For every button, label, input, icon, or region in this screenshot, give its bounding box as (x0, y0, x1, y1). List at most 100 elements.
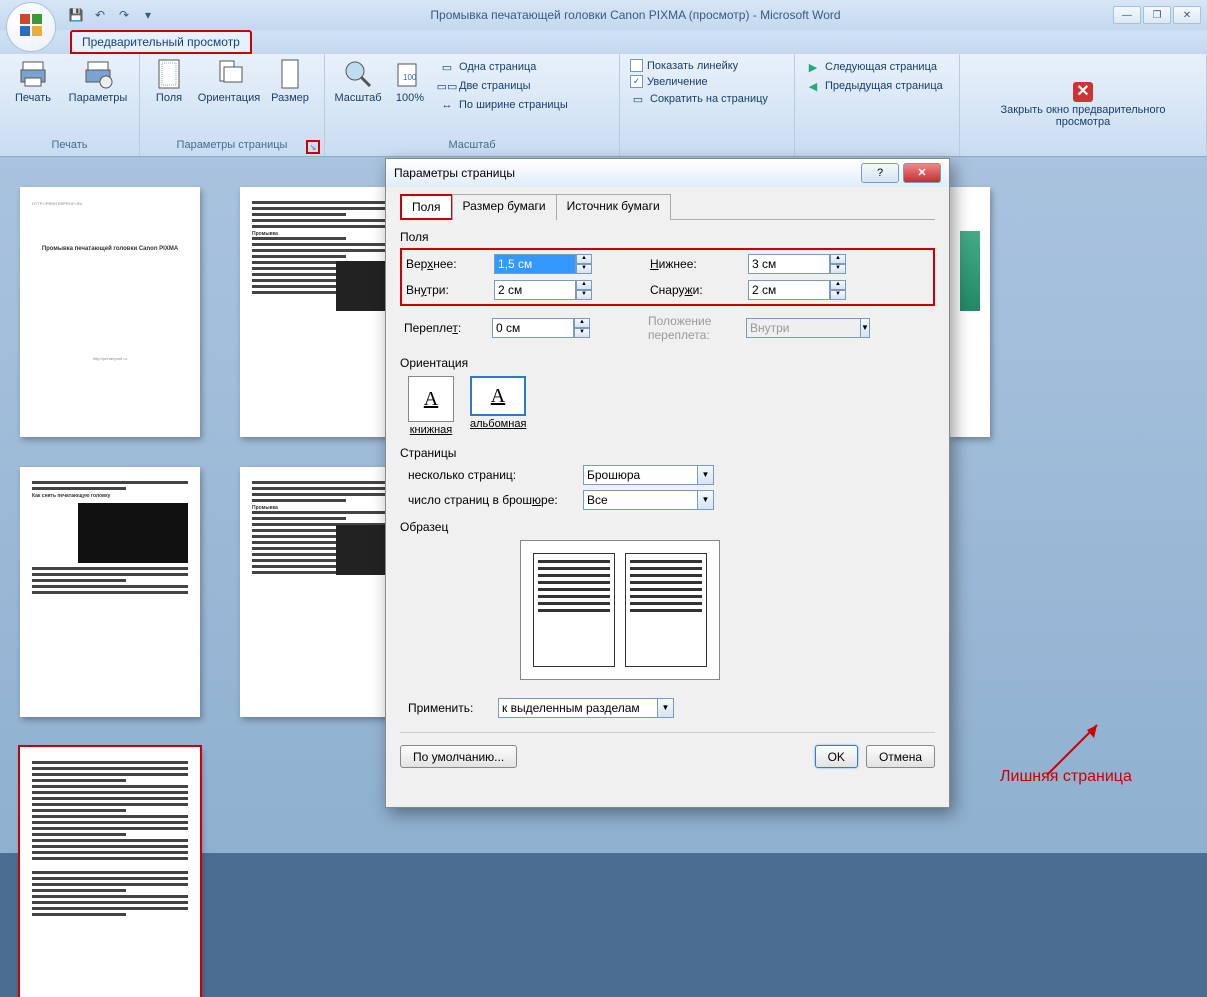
dialog-tabs: Поля Размер бумаги Источник бумаги (400, 193, 935, 220)
ok-button[interactable]: OK (815, 745, 858, 768)
ribbon: Печать Параметры Печать Поля Ориентация … (0, 54, 1207, 157)
svg-text:100: 100 (403, 73, 417, 82)
size-button[interactable]: Размер (264, 56, 316, 106)
page-thumbnail[interactable]: Как снять печатающую головку (20, 467, 200, 717)
one-page-button[interactable]: ▭Одна страница (437, 58, 599, 76)
zoom-button[interactable]: Масштаб (329, 56, 387, 106)
section-pages-label: Страницы (400, 446, 935, 460)
section-margins-label: Поля (400, 230, 935, 244)
page-width-button[interactable]: ↔По ширине страницы (437, 96, 599, 114)
qat-redo-icon[interactable]: ↷ (114, 5, 134, 25)
pages-icon: ▭▭ (439, 78, 455, 94)
dialog-title: Параметры страницы (394, 166, 857, 180)
dialog-title-bar[interactable]: Параметры страницы ? ✕ (386, 159, 949, 187)
tab-paper-size[interactable]: Размер бумаги (452, 194, 557, 220)
print-options-button[interactable]: Параметры (62, 56, 134, 106)
dialog-help-button[interactable]: ? (861, 163, 899, 183)
tab-print-preview[interactable]: Предварительный просмотр (70, 30, 252, 54)
checkbox-checked-icon: ✓ (630, 75, 643, 88)
apply-to-label: Применить: (408, 701, 488, 715)
two-pages-button[interactable]: ▭▭Две страницы (437, 77, 599, 95)
sheets-per-booklet-select[interactable]: ▼ (583, 490, 714, 510)
office-button[interactable] (6, 2, 56, 52)
group-page-setup-label: Параметры страницы ↘ (144, 138, 320, 154)
margin-preview (520, 540, 720, 680)
page-thumbnail[interactable] (950, 187, 990, 437)
gutter-input[interactable]: ▲▼ (492, 318, 602, 338)
orientation-label: Ориентация (198, 92, 260, 104)
orientation-landscape[interactable]: A альбомная (470, 376, 526, 436)
section-orientation-label: Ориентация (400, 356, 935, 370)
prev-page-icon: ◀ (805, 78, 821, 94)
qat-undo-icon[interactable]: ↶ (90, 5, 110, 25)
zoom-100-button[interactable]: 100 100% (387, 56, 433, 106)
ribbon-tab-strip: Предварительный просмотр (0, 30, 1207, 54)
sheets-per-booklet-label: число страниц в брошюре: (408, 493, 573, 507)
qat-customize-icon[interactable]: ▾ (138, 5, 158, 25)
orientation-portrait[interactable]: A книжная (408, 376, 454, 436)
multi-pages-label: несколько страниц: (408, 468, 573, 482)
close-preview-label: Закрыть окно предварительного просмотра (995, 104, 1171, 128)
multi-pages-select[interactable]: ▼ (583, 465, 714, 485)
close-preview-button[interactable]: ✕ Закрыть окно предварительного просмотр… (993, 80, 1173, 130)
gutter-label: Переплет: (404, 321, 484, 335)
page-icon: ▭ (439, 59, 455, 75)
chevron-down-icon[interactable]: ▼ (698, 490, 714, 510)
magnifier-checkbox[interactable]: ✓Увеличение (628, 74, 770, 89)
window-close-button[interactable]: ✕ (1173, 6, 1201, 24)
page-width-icon: ↔ (439, 97, 455, 113)
orientation-button[interactable]: Ориентация (194, 56, 264, 106)
inside-margin-input[interactable]: ▲▼ (494, 280, 604, 300)
chevron-down-icon[interactable]: ▼ (698, 465, 714, 485)
cancel-button[interactable]: Отмена (866, 745, 935, 768)
window-title: Промывка печатающей головки Canon PIXMA … (158, 8, 1113, 22)
margins-inputs: Верхнее: ▲▼ Нижнее: ▲▼ Внутри: ▲▼ Снаруж… (400, 248, 935, 306)
chevron-down-icon[interactable]: ▼ (658, 698, 674, 718)
annotation-extra-page: Лишняя страница (1000, 768, 1132, 786)
qat-save-icon[interactable]: 💾 (66, 5, 86, 25)
window-controls: — ❐ ✕ (1113, 6, 1201, 24)
page-setup-dialog: Параметры страницы ? ✕ Поля Размер бумаг… (385, 158, 950, 808)
group-print-label: Печать (4, 138, 135, 154)
bottom-margin-label: Нижнее: (650, 257, 740, 271)
prev-page-button[interactable]: ◀Предыдущая страница (803, 77, 945, 95)
outside-margin-label: Снаружи: (650, 283, 740, 297)
checkbox-icon (630, 59, 643, 72)
print-options-label: Параметры (69, 92, 128, 104)
group-zoom-label: Масштаб (329, 138, 615, 154)
gutter-pos-label: Положение переплета: (648, 314, 738, 342)
office-logo-icon (18, 12, 44, 43)
section-preview-label: Образец (400, 520, 935, 534)
window-maximize-button[interactable]: ❐ (1143, 6, 1171, 24)
title-bar: 💾 ↶ ↷ ▾ Промывка печатающей головки Cano… (0, 0, 1207, 30)
next-page-icon: ▶ (805, 59, 821, 75)
quick-access-toolbar: 💾 ↶ ↷ ▾ (66, 5, 158, 25)
show-ruler-checkbox[interactable]: Показать линейку (628, 58, 770, 73)
page-setup-launcher-icon[interactable]: ↘ (306, 140, 320, 154)
apply-to-select[interactable]: ▼ (498, 698, 674, 718)
next-page-button[interactable]: ▶Следующая страница (803, 58, 945, 76)
bottom-margin-input[interactable]: ▲▼ (748, 254, 858, 274)
tab-margins[interactable]: Поля (400, 194, 453, 220)
default-button[interactable]: По умолчанию... (400, 745, 517, 768)
zoom-100-label: 100% (396, 92, 424, 104)
window-minimize-button[interactable]: — (1113, 6, 1141, 24)
dialog-close-button[interactable]: ✕ (903, 163, 941, 183)
shrink-one-page-button[interactable]: ▭Сократить на страницу (628, 90, 770, 108)
zoom-label: Масштаб (334, 92, 381, 104)
inside-margin-label: Внутри: (406, 283, 486, 297)
margins-label: Поля (156, 92, 182, 104)
page-thumbnail-extra[interactable] (20, 747, 200, 997)
gutter-pos-select: ▼ (746, 318, 856, 338)
top-margin-input[interactable]: ▲▼ (494, 254, 604, 274)
margins-button[interactable]: Поля (144, 56, 194, 106)
close-icon: ✕ (1073, 82, 1093, 102)
print-button[interactable]: Печать (4, 56, 62, 106)
tab-paper-source[interactable]: Источник бумаги (556, 194, 671, 220)
page-thumbnail[interactable]: http://printerprofi.ru Промывка печатающ… (20, 187, 200, 437)
shrink-icon: ▭ (630, 91, 646, 107)
print-button-label: Печать (15, 92, 51, 104)
top-margin-label: Верхнее: (406, 257, 486, 271)
outside-margin-input[interactable]: ▲▼ (748, 280, 858, 300)
size-label: Размер (271, 92, 309, 104)
